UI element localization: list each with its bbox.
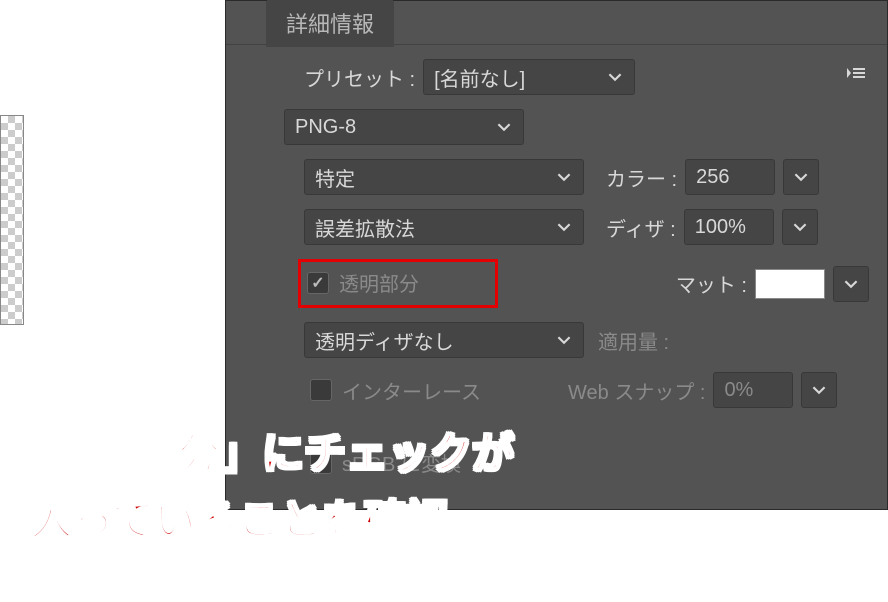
colors-field[interactable]: 256 xyxy=(685,159,775,195)
preset-label: プリセット : xyxy=(304,63,415,92)
trans-dither-value: 透明ディザなし xyxy=(315,326,454,355)
amount-label: 適用量 : xyxy=(598,326,669,355)
chevron-down-icon xyxy=(495,118,513,136)
colors-label: カラー : xyxy=(606,163,677,192)
dither-amount-field[interactable]: 100% xyxy=(684,209,774,245)
colors-dropdown-button[interactable] xyxy=(783,159,819,195)
dither-amount-dropdown-button[interactable] xyxy=(782,209,818,245)
preset-value: [名前なし] xyxy=(434,63,525,92)
dither-amount-value: 100% xyxy=(695,216,746,239)
interlace-label: インターレース xyxy=(342,376,481,405)
panel-menu-icon[interactable] xyxy=(841,63,869,91)
reduction-row: 特定 カラー : 256 xyxy=(244,159,869,195)
matte-dropdown-button[interactable] xyxy=(833,266,869,302)
colors-value: 256 xyxy=(696,166,729,189)
trans-dither-select[interactable]: 透明ディザなし xyxy=(304,322,584,358)
chevron-down-icon xyxy=(810,381,828,399)
preset-select[interactable]: [名前なし] xyxy=(423,59,635,95)
chevron-down-icon xyxy=(791,218,809,236)
websnap-dropdown-button[interactable] xyxy=(801,372,837,408)
dither-row: 誤差拡散法 ディザ : 100% xyxy=(244,209,869,245)
websnap-label: Web スナップ : xyxy=(568,376,705,405)
tab-details[interactable]: 詳細情報 xyxy=(266,0,394,47)
format-row: PNG-8 xyxy=(244,109,869,145)
matte-label: マット : xyxy=(676,269,747,298)
chevron-down-icon xyxy=(555,218,573,236)
dither-select[interactable]: 誤差拡散法 xyxy=(304,209,584,245)
interlace-checkbox[interactable] xyxy=(310,379,332,401)
dither-value: 誤差拡散法 xyxy=(315,213,415,242)
chevron-down-icon xyxy=(555,331,573,349)
annotation-line-1: 「透明部分」にチェックが xyxy=(10,420,878,487)
chevron-down-icon xyxy=(792,168,810,186)
tab-bar: 詳細情報 xyxy=(226,1,887,45)
websnap-field[interactable]: 0% xyxy=(713,372,793,408)
chevron-down-icon xyxy=(606,68,624,86)
annotation-overlay: 「透明部分」にチェックが 入っていることを確認 xyxy=(0,420,888,554)
transparency-checkbox[interactable] xyxy=(307,272,329,294)
transparency-row: 透明部分 マット : xyxy=(244,259,869,308)
format-select[interactable]: PNG-8 xyxy=(284,109,524,145)
chevron-down-icon xyxy=(842,275,860,293)
format-value: PNG-8 xyxy=(295,116,356,139)
preset-row: プリセット : [名前なし] xyxy=(244,59,869,95)
websnap-value: 0% xyxy=(724,379,753,402)
matte-swatch[interactable] xyxy=(755,269,825,299)
reduction-select[interactable]: 特定 xyxy=(304,159,584,195)
dither-amount-label: ディザ : xyxy=(606,213,676,242)
transparency-highlight: 透明部分 xyxy=(298,259,498,308)
transparency-checker-preview xyxy=(0,115,24,325)
reduction-value: 特定 xyxy=(315,163,355,192)
annotation-line-2: 入っていることを確認 xyxy=(30,487,878,554)
interlace-row: インターレース Web スナップ : 0% xyxy=(244,372,869,408)
trans-dither-row: 透明ディザなし 適用量 : xyxy=(244,322,869,358)
chevron-down-icon xyxy=(555,168,573,186)
transparency-label: 透明部分 xyxy=(339,268,419,297)
